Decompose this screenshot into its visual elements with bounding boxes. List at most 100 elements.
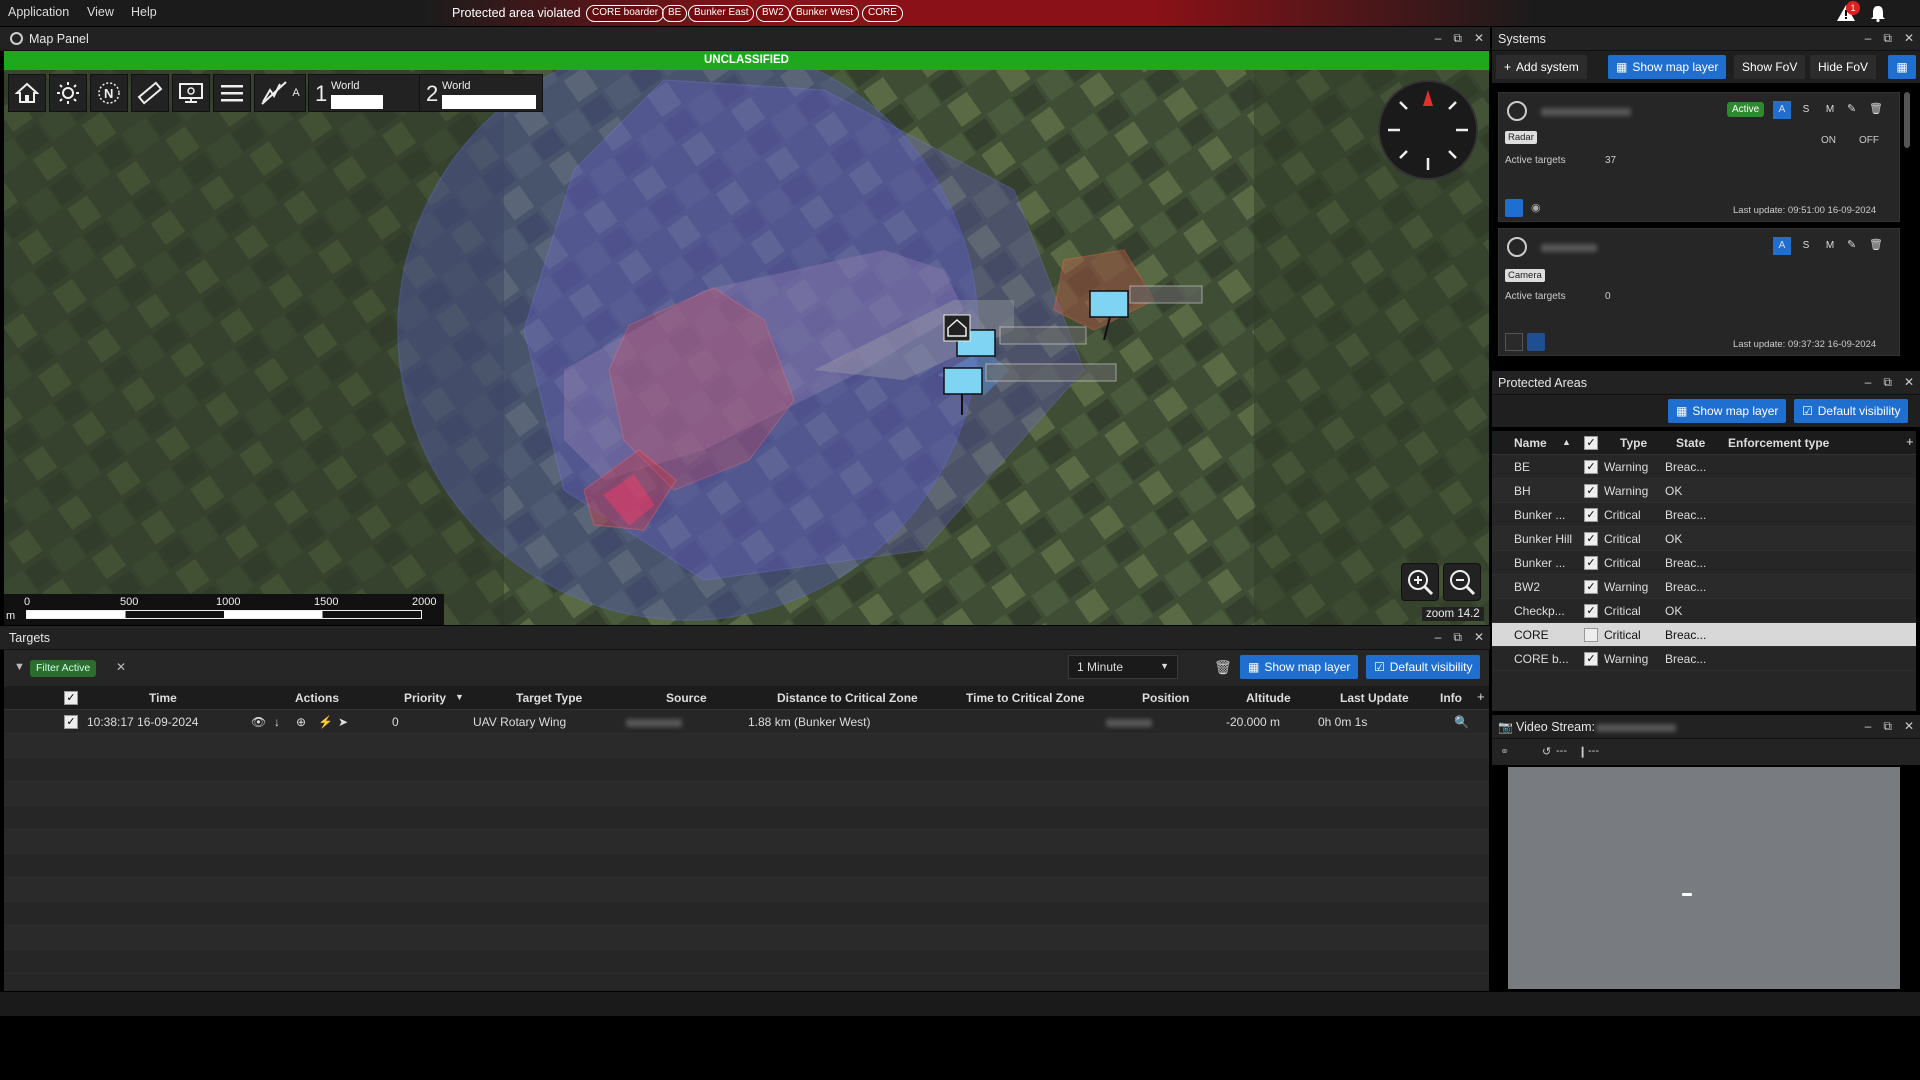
alert-chip-be[interactable]: BE (662, 5, 688, 22)
search-icon[interactable]: 🔍 (1454, 715, 1469, 729)
mode-s-button[interactable]: S (1797, 237, 1815, 255)
world-view-2[interactable]: 2 World (419, 74, 543, 112)
col-time[interactable]: Time (149, 691, 177, 705)
bell-icon[interactable] (1870, 5, 1886, 25)
table-row[interactable]: ✓ 10:38:17 16-09-2024 👁 ↓ ⊕ ⚡ ➤ 0 UAV Ro… (4, 710, 1489, 734)
pa-col-name[interactable]: Name (1514, 436, 1547, 450)
display-button[interactable] (172, 74, 210, 112)
pa-row[interactable]: BH ✓ Warning OK (1492, 479, 1916, 503)
tilt-icon[interactable]: ❙ (1578, 745, 1587, 758)
col-priority[interactable]: Priority (404, 691, 446, 705)
map-layer-toggle-icon[interactable] (1505, 199, 1523, 217)
ruler-button[interactable] (131, 74, 169, 112)
minimize-icon[interactable]: – (1865, 375, 1872, 390)
bolt-icon[interactable]: ⚡ (318, 715, 333, 729)
alert-chip-core[interactable]: CORE (862, 5, 903, 22)
map-canvas[interactable] (4, 70, 1489, 625)
menu-view[interactable]: View (87, 5, 114, 19)
alert-chip-core-boarder[interactable]: CORE boarder (586, 5, 665, 22)
menu-help[interactable]: Help (131, 5, 157, 19)
arrow-down-icon[interactable]: ↓ (274, 715, 280, 729)
targets-default-visibility-button[interactable]: ☑ Default visibility (1366, 655, 1481, 679)
close-icon[interactable]: ✕ (1904, 719, 1914, 734)
crosshair-icon[interactable]: ⊕ (296, 715, 306, 729)
pa-row-checkbox[interactable]: ✓ (1584, 652, 1598, 666)
mode-s-button[interactable]: S (1797, 101, 1815, 119)
pa-col-type[interactable]: Type (1620, 436, 1647, 450)
pa-row[interactable]: Bunker ... ✓ Critical Breac... (1492, 503, 1916, 527)
filter-icon[interactable]: ▼ (14, 661, 25, 673)
pa-default-visibility-button[interactable]: ☑ Default visibility (1794, 399, 1909, 423)
link-icon[interactable]: ⚭ (1500, 745, 1509, 758)
col-last-update[interactable]: Last Update (1340, 691, 1409, 705)
pa-row-checkbox[interactable]: ✓ (1584, 532, 1598, 546)
systems-show-map-layer-button[interactable]: ▦ Show map layer (1608, 55, 1727, 79)
restore-icon[interactable]: ⧉ (1453, 630, 1462, 645)
edit-icon[interactable]: ✎ (1847, 238, 1856, 251)
show-fov-button[interactable]: Show FoV (1734, 55, 1806, 79)
filter-active-chip[interactable]: Filter Active (30, 660, 97, 677)
time-range-select[interactable]: 1 Minute ▼ (1068, 655, 1178, 679)
restore-icon[interactable]: ⧉ (1883, 375, 1892, 390)
add-column-icon[interactable]: + (1477, 689, 1485, 704)
hide-fov-button[interactable]: Hide FoV (1810, 55, 1877, 79)
pa-row[interactable]: Bunker ... ✓ Critical Breac... (1492, 551, 1916, 575)
alert-chip-bw2[interactable]: BW2 (756, 5, 790, 22)
zoom-in-button[interactable] (1401, 563, 1439, 601)
col-source[interactable]: Source (666, 691, 707, 705)
pa-row-checkbox[interactable]: ✓ (1584, 556, 1598, 570)
minimize-icon[interactable]: – (1865, 719, 1872, 734)
pa-row[interactable]: CORE b... ✓ Warning Breac... (1492, 647, 1916, 671)
fov-icon[interactable]: ◉ (1531, 201, 1541, 214)
minimize-icon[interactable]: – (1435, 630, 1442, 645)
grid-view-icon[interactable]: ▦ (1888, 55, 1916, 79)
pa-row-checkbox[interactable]: ✓ (1584, 580, 1598, 594)
signal-toggle-button[interactable]: A (254, 74, 306, 112)
col-altitude[interactable]: Altitude (1246, 691, 1291, 705)
alert-chip-bunker-west[interactable]: Bunker West (790, 5, 860, 22)
mode-a-button[interactable]: A (1773, 237, 1791, 255)
clear-filter-icon[interactable]: ✕ (116, 660, 126, 674)
pa-row[interactable]: BW2 ✓ Warning Breac... (1492, 575, 1916, 599)
brightness-button[interactable] (49, 74, 87, 112)
pa-show-map-layer-button[interactable]: ▦ Show map layer (1668, 399, 1787, 423)
pa-col-enforcement[interactable]: Enforcement type (1728, 436, 1829, 450)
pa-row-selected[interactable]: CORE Critical Breac... (1492, 623, 1916, 647)
rotate-icon[interactable]: ↺ (1542, 745, 1551, 758)
mode-a-button[interactable]: A (1773, 101, 1791, 119)
fov-toggle-icon[interactable] (1527, 333, 1545, 351)
pa-row[interactable]: Bunker Hill ✓ Critical OK (1492, 527, 1916, 551)
mode-m-button[interactable]: M (1821, 237, 1839, 255)
north-up-button[interactable]: N (90, 74, 128, 112)
pa-row[interactable]: Checkp... ✓ Critical OK (1492, 599, 1916, 623)
add-system-button[interactable]: + Add system (1496, 55, 1587, 79)
pa-row-checkbox[interactable]: ✓ (1584, 460, 1598, 474)
row-checkbox[interactable]: ✓ (64, 715, 78, 729)
pa-row[interactable]: BE ✓ Warning Breac... (1492, 455, 1916, 479)
zoom-out-button[interactable] (1443, 563, 1481, 601)
world-view-1[interactable]: 1 World (308, 74, 432, 112)
col-distance[interactable]: Distance to Critical Zone (777, 691, 918, 705)
off-toggle[interactable]: OFF (1859, 135, 1879, 146)
system-card-radar[interactable]: Active A S M ✎ 🗑 Radar ON OFF Active tar… (1498, 92, 1900, 222)
map-layer-toggle-icon[interactable] (1505, 333, 1523, 351)
target-marker[interactable] (1089, 290, 1129, 318)
close-icon[interactable]: ✕ (1474, 31, 1484, 46)
close-icon[interactable]: ✕ (1904, 31, 1914, 46)
pa-col-state[interactable]: State (1676, 436, 1705, 450)
minimize-icon[interactable]: – (1435, 31, 1442, 46)
eye-icon[interactable]: 👁 (251, 715, 266, 729)
add-column-icon[interactable]: + (1906, 434, 1914, 449)
restore-icon[interactable]: ⧉ (1883, 719, 1892, 734)
pa-select-all-checkbox[interactable]: ✓ (1584, 436, 1598, 450)
navigate-icon[interactable]: ➤ (338, 715, 348, 729)
col-target-type[interactable]: Target Type (516, 691, 582, 705)
pa-row-checkbox[interactable] (1584, 628, 1598, 642)
pa-row-checkbox[interactable]: ✓ (1584, 484, 1598, 498)
restore-icon[interactable]: ⧉ (1453, 31, 1462, 46)
close-icon[interactable]: ✕ (1474, 630, 1484, 645)
pa-row-checkbox[interactable]: ✓ (1584, 604, 1598, 618)
system-card-camera[interactable]: A S M ✎ 🗑 Camera Active targets 0 Last u… (1498, 228, 1900, 356)
col-time-to-zone[interactable]: Time to Critical Zone (966, 691, 1084, 705)
alert-chip-bunker-east[interactable]: Bunker East (688, 5, 755, 22)
